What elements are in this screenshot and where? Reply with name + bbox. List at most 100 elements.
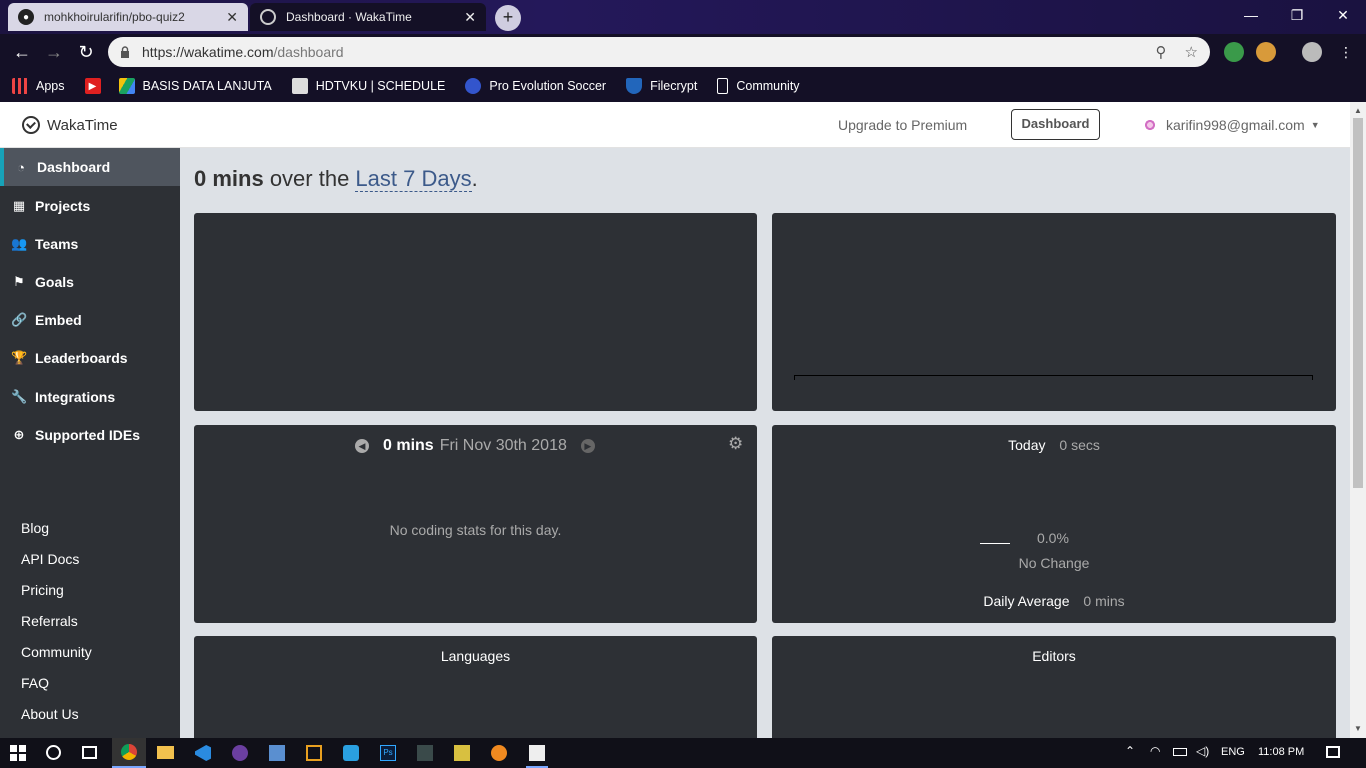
wakatime-favicon-icon (260, 9, 276, 25)
page-title: 0 mins over the Last 7 Days. (194, 166, 478, 192)
sidebar-item-projects[interactable]: ▦ Projects (0, 187, 180, 225)
sidebar-item-teams[interactable]: 👥 Teams (0, 225, 180, 263)
sidebar-item-integrations[interactable]: 🔧 Integrations (0, 378, 180, 416)
app-icon[interactable] (232, 745, 248, 761)
footer-link-community[interactable]: Community (21, 644, 92, 660)
date-range-selector[interactable]: Last 7 Days (355, 166, 472, 192)
sidebar-item-leaderboards[interactable]: 🏆 Leaderboards (0, 339, 180, 377)
bookmark-label: Pro Evolution Soccer (489, 79, 607, 93)
shield-icon (626, 78, 643, 94)
forward-icon[interactable]: → (42, 41, 66, 63)
app-icon[interactable] (306, 745, 322, 761)
scrollbar-thumb[interactable] (1353, 118, 1363, 488)
today-row: Today 0 secs (772, 437, 1336, 453)
extension-icon[interactable] (1224, 42, 1244, 62)
search-icon[interactable] (46, 745, 61, 760)
back-icon[interactable]: ← (10, 41, 34, 63)
language-indicator[interactable]: ENG (1221, 746, 1245, 758)
sidebar-item-supported-ides[interactable]: ⊕ Supported IDEs (0, 416, 180, 454)
app-icon[interactable] (343, 745, 359, 761)
task-view-icon[interactable] (82, 746, 97, 759)
footer-link-about-us[interactable]: About Us (21, 706, 79, 722)
total-time: 0 mins (194, 166, 264, 191)
footer-link-referrals[interactable]: Referrals (21, 613, 78, 629)
apps-grid-icon (12, 78, 28, 94)
caret-down-icon: ▼ (1310, 120, 1320, 130)
app-icon[interactable] (454, 745, 470, 761)
java-icon[interactable] (526, 738, 548, 768)
chrome-taskbar-icon[interactable] (112, 738, 146, 768)
bookmarks-bar: Apps ▶ BASIS DATA LANJUTA HDTVKU | SCHED… (0, 70, 1366, 102)
day-total: 0 mins (383, 437, 434, 454)
footer-link-pricing[interactable]: Pricing (21, 582, 64, 598)
upgrade-link[interactable]: Upgrade to Premium (838, 117, 967, 133)
user-menu[interactable]: karifin998@gmail.com ▼ (1140, 115, 1320, 135)
browser-tab-github[interactable]: ● mohkhoirularifin/pbo-quiz2 ✕ (8, 3, 248, 31)
sidebar-item-label: Teams (35, 236, 79, 252)
brand-name: WakaTime (47, 116, 118, 134)
address-bar[interactable]: https://wakatime.com/dashboard ⚲ ☆ (108, 37, 1210, 67)
page-icon (717, 78, 729, 94)
next-day-icon[interactable]: ▶ (580, 439, 595, 453)
bookmark-filecrypt[interactable]: Filecrypt (626, 78, 697, 94)
zoom-icon[interactable]: ⚲ (1156, 43, 1167, 61)
app-icon[interactable] (269, 745, 285, 761)
wifi-icon[interactable]: ◠ (1150, 744, 1160, 758)
windows-start-icon[interactable] (10, 745, 26, 761)
url-path: /dashboard (273, 44, 344, 60)
bookmark-apps[interactable]: Apps (12, 78, 65, 94)
bookmark-hdtvku[interactable]: HDTVKU | SCHEDULE (291, 78, 445, 94)
page-scrollbar[interactable]: ▲ ▼ (1350, 102, 1366, 738)
users-icon: 👥 (11, 236, 28, 251)
cookie-extension-icon[interactable] (1256, 42, 1276, 62)
notifications-icon[interactable] (1326, 746, 1340, 758)
top-navbar: WakaTime Upgrade to Premium Dashboard ka… (0, 102, 1350, 148)
dashboard-button[interactable]: Dashboard (1011, 109, 1100, 140)
close-tab-icon[interactable]: ✕ (464, 9, 476, 26)
footer-link-blog[interactable]: Blog (21, 520, 49, 536)
lock-icon (121, 46, 129, 58)
heading-period: . (471, 166, 478, 191)
sidebar-item-dashboard[interactable]: ◔ Dashboard (0, 148, 180, 186)
vscode-icon[interactable] (195, 745, 211, 761)
new-tab-button[interactable]: + (495, 5, 521, 31)
bookmark-youtube[interactable]: ▶ (84, 78, 109, 94)
browser-tab-wakatime[interactable]: Dashboard · WakaTime ✕ (250, 3, 486, 31)
reload-icon[interactable]: ↻ (74, 41, 98, 63)
app-icon[interactable] (491, 745, 507, 761)
bookmark-star-icon[interactable]: ☆ (1185, 43, 1198, 61)
bookmark-pes[interactable]: Pro Evolution Soccer (465, 78, 606, 94)
sidebar: ◔ Dashboard ▦ Projects 👥 Teams ⚑ Goals 🔗… (0, 148, 180, 738)
bookmark-community[interactable]: Community (717, 78, 800, 94)
volume-icon[interactable]: ◁) (1196, 744, 1209, 758)
close-window-icon[interactable]: ✕ (1320, 0, 1366, 30)
sidebar-item-label: Supported IDEs (35, 427, 141, 443)
footer-link-api-docs[interactable]: API Docs (21, 551, 79, 567)
scroll-down-icon[interactable]: ▼ (1354, 724, 1362, 733)
sparkline (980, 543, 1010, 544)
chevron-up-icon[interactable]: ⌃ (1125, 744, 1135, 758)
previous-day-icon[interactable]: ◀ (355, 439, 369, 453)
gear-icon[interactable]: ⚙ (728, 434, 743, 454)
menu-dots-icon[interactable]: ⋮ (1334, 41, 1358, 63)
daily-average-label: Daily Average (983, 593, 1070, 609)
restore-icon[interactable]: ❐ (1274, 0, 1320, 30)
taskbar: Ps ⌃ ◠ ◁) ENG 11:08 PM (0, 738, 1366, 768)
scroll-up-icon[interactable]: ▲ (1354, 106, 1362, 115)
close-tab-icon[interactable]: ✕ (226, 9, 238, 26)
file-explorer-icon[interactable] (157, 746, 174, 759)
app-icon[interactable] (417, 745, 433, 761)
footer-link-faq[interactable]: FAQ (21, 675, 49, 691)
photoshop-icon[interactable]: Ps (380, 745, 396, 761)
sidebar-item-goals[interactable]: ⚑ Goals (0, 263, 180, 301)
clock[interactable]: 11:08 PM (1258, 746, 1304, 758)
sidebar-item-label: Projects (35, 198, 91, 214)
sidebar-item-label: Integrations (35, 389, 116, 405)
brand-link[interactable]: WakaTime (22, 116, 118, 134)
flag-icon: ⚑ (13, 274, 25, 289)
minimize-icon[interactable]: — (1228, 0, 1274, 30)
profile-avatar-icon[interactable] (1302, 42, 1322, 62)
sidebar-item-embed[interactable]: 🔗 Embed (0, 301, 180, 339)
battery-icon[interactable] (1173, 748, 1187, 756)
bookmark-basis-data[interactable]: BASIS DATA LANJUTA (118, 78, 272, 94)
